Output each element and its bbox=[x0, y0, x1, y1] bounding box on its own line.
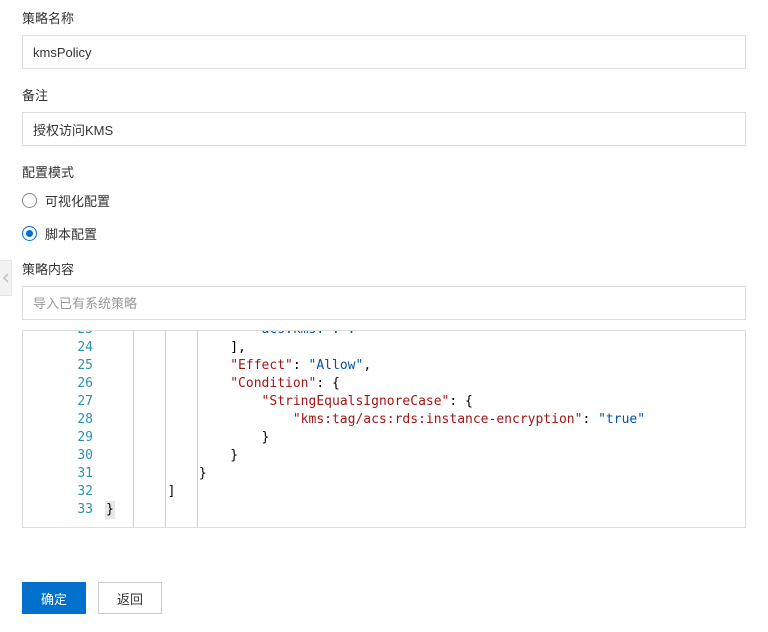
remark-input[interactable] bbox=[22, 112, 746, 146]
code-line[interactable]: "Condition": { bbox=[105, 375, 745, 393]
code-line[interactable]: } bbox=[105, 429, 745, 447]
policy-name-label: 策略名称 bbox=[22, 8, 746, 27]
chevron-left-icon bbox=[3, 273, 9, 283]
remark-label: 备注 bbox=[22, 85, 746, 104]
line-number: 30 bbox=[23, 447, 93, 465]
collapse-handle[interactable] bbox=[0, 260, 12, 296]
back-button[interactable]: 返回 bbox=[98, 582, 162, 614]
line-number: 33 bbox=[23, 501, 93, 519]
code-line[interactable]: } bbox=[105, 447, 745, 465]
radio-script-config[interactable]: 脚本配置 bbox=[22, 224, 746, 243]
radio-script-label: 脚本配置 bbox=[45, 224, 97, 243]
line-number: 29 bbox=[23, 429, 93, 447]
code-line[interactable]: } bbox=[105, 501, 745, 519]
ok-button[interactable]: 确定 bbox=[22, 582, 86, 614]
code-line[interactable]: "kms:tag/acs:rds:instance-encryption": "… bbox=[105, 411, 745, 429]
import-policy-input[interactable] bbox=[22, 286, 746, 320]
code-editor[interactable]: 2324252627282930313233 acs:kms:*:*:* ], … bbox=[22, 330, 746, 528]
line-number: 31 bbox=[23, 465, 93, 483]
config-mode-label: 配置模式 bbox=[22, 162, 746, 181]
policy-content-label: 策略内容 bbox=[22, 259, 746, 278]
radio-icon bbox=[22, 226, 37, 241]
code-line[interactable]: ], bbox=[105, 339, 745, 357]
code-line[interactable]: "Effect": "Allow", bbox=[105, 357, 745, 375]
code-line[interactable]: } bbox=[105, 465, 745, 483]
line-number: 27 bbox=[23, 393, 93, 411]
line-number: 32 bbox=[23, 483, 93, 501]
radio-icon bbox=[22, 193, 37, 208]
radio-visual-label: 可视化配置 bbox=[45, 191, 110, 210]
line-number: 23 bbox=[23, 330, 93, 339]
line-number: 26 bbox=[23, 375, 93, 393]
line-number: 24 bbox=[23, 339, 93, 357]
code-line[interactable]: "StringEqualsIgnoreCase": { bbox=[105, 393, 745, 411]
policy-name-input[interactable] bbox=[22, 35, 746, 69]
code-line[interactable]: acs:kms:*:*:* bbox=[105, 330, 745, 339]
radio-visual-config[interactable]: 可视化配置 bbox=[22, 191, 746, 210]
line-number: 25 bbox=[23, 357, 93, 375]
line-number: 28 bbox=[23, 411, 93, 429]
code-line[interactable]: ] bbox=[105, 483, 745, 501]
